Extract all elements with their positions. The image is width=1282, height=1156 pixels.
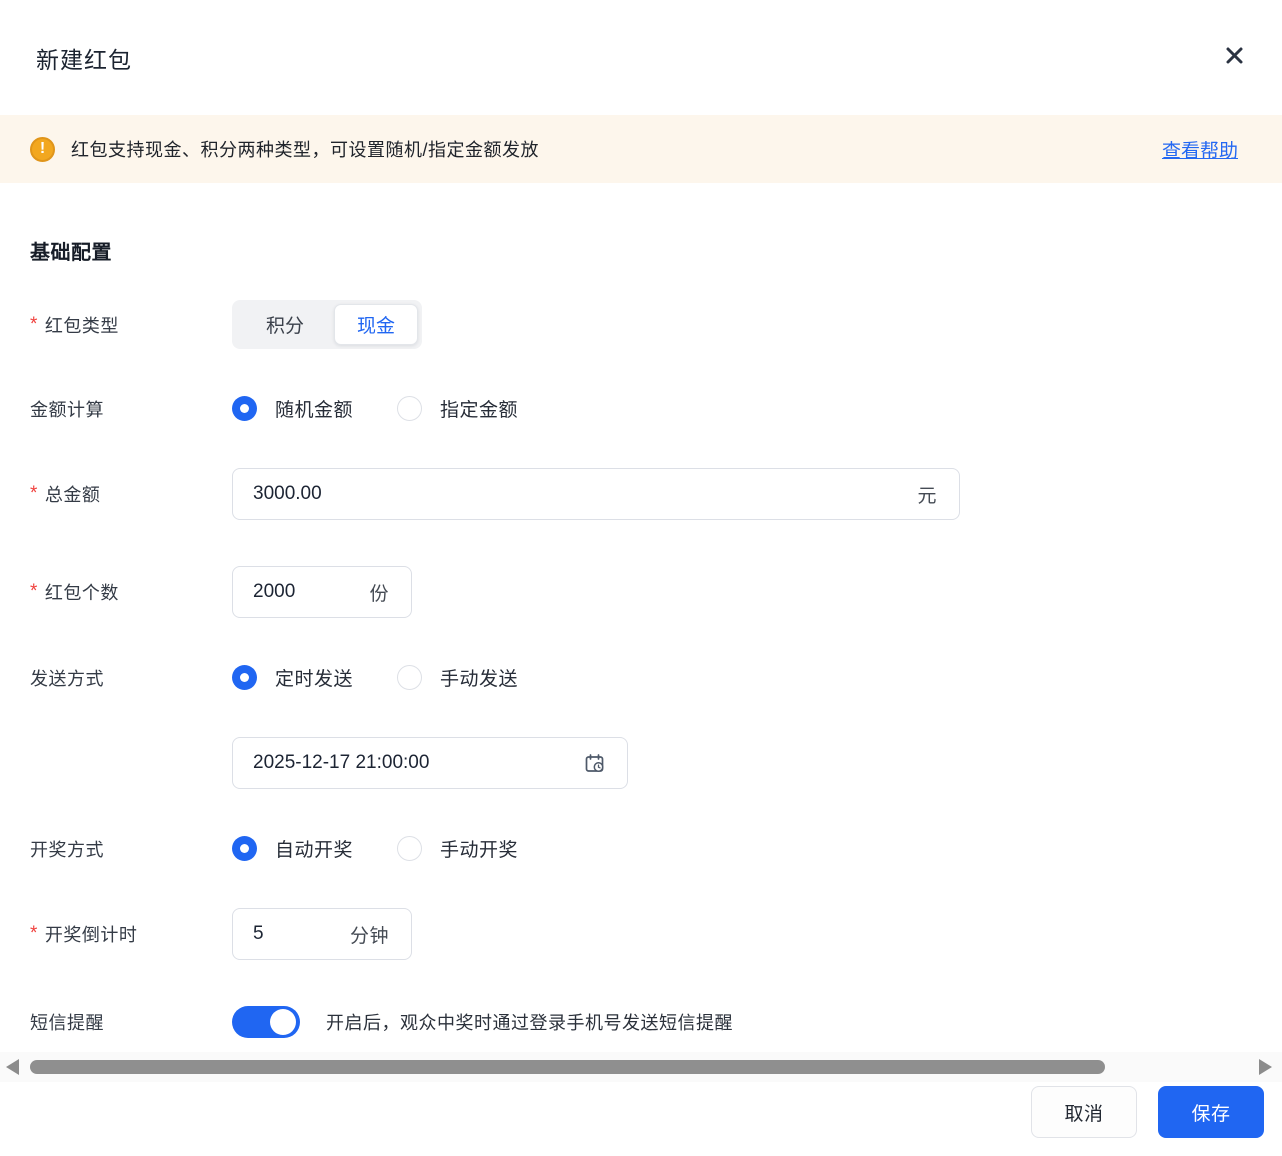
send-mode-label-wrap: 发送方式 [30, 665, 232, 691]
sms-notify-hint: 开启后，观众中奖时通过登录手机号发送短信提醒 [326, 1013, 733, 1033]
scrollbar-thumb[interactable] [30, 1060, 1105, 1074]
horizontal-scrollbar [0, 1052, 1282, 1082]
draw-mode-label: 开奖方式 [30, 839, 104, 860]
packet-count-label-wrap: * 红包个数 [30, 579, 232, 605]
radio-manual-send[interactable]: 手动发送 [397, 664, 518, 691]
required-mark: * [30, 923, 38, 944]
radio-manual-draw[interactable]: 手动开奖 [397, 835, 518, 862]
packet-type-option-points[interactable]: 积分 [236, 304, 334, 345]
dialog-body: 基础配置 * 红包类型 积分 现金 金额计算 随机金额 指定金额 * 总金额 3… [0, 236, 1282, 1038]
radio-fixed-amount-label: 指定金额 [440, 400, 519, 421]
radio-scheduled-send[interactable]: 定时发送 [232, 664, 353, 691]
radio-manual-draw-label: 手动开奖 [440, 840, 519, 861]
amount-calc-label-wrap: 金额计算 [30, 396, 232, 422]
required-mark: * [30, 581, 38, 602]
row-amount-calc: 金额计算 随机金额 指定金额 [30, 395, 1252, 422]
radio-auto-draw-label: 自动开奖 [275, 840, 354, 861]
countdown-label-wrap: * 开奖倒计时 [30, 921, 232, 947]
basic-config-form: * 红包类型 积分 现金 金额计算 随机金额 指定金额 * 总金额 3000.0… [30, 300, 1252, 1038]
draw-mode-label-wrap: 开奖方式 [30, 836, 232, 862]
radio-scheduled-send-label: 定时发送 [275, 669, 354, 690]
packet-count-label: 红包个数 [44, 583, 119, 603]
save-button[interactable]: 保存 [1158, 1086, 1264, 1138]
countdown-field-wrap: 分钟 [232, 908, 412, 960]
countdown-unit: 分钟 [349, 925, 389, 947]
required-mark: * [30, 483, 38, 504]
amount-calc-label: 金额计算 [30, 399, 104, 420]
sms-notify-toggle[interactable] [232, 1006, 300, 1038]
radio-random-amount-label: 随机金额 [275, 400, 354, 421]
total-amount-input[interactable] [253, 483, 908, 505]
radio-unchecked-icon [397, 665, 423, 690]
view-help-link[interactable]: 查看帮助 [1162, 136, 1238, 163]
total-amount-unit: 元 [917, 485, 937, 507]
packet-type-label: 红包类型 [44, 315, 119, 336]
required-mark: * [30, 313, 38, 335]
send-mode-label: 发送方式 [30, 668, 104, 689]
dialog-header: 新建红包 [0, 0, 1282, 115]
sms-notify-label: 短信提醒 [30, 1013, 104, 1033]
radio-manual-send-label: 手动发送 [440, 669, 519, 690]
radio-unchecked-icon [397, 836, 423, 861]
total-amount-field-wrap: 元 [232, 468, 960, 520]
sms-notify-label-wrap: 短信提醒 [30, 1009, 232, 1035]
radio-checked-icon [232, 665, 257, 690]
send-time-input[interactable] [253, 752, 574, 774]
packet-type-label-wrap: * 红包类型 [30, 312, 232, 338]
radio-checked-icon [232, 396, 257, 421]
dialog-title: 新建红包 [36, 46, 132, 73]
radio-auto-draw[interactable]: 自动开奖 [232, 835, 353, 862]
radio-fixed-amount[interactable]: 指定金额 [397, 395, 518, 422]
send-time-picker[interactable] [232, 737, 628, 789]
radio-random-amount[interactable]: 随机金额 [232, 395, 353, 422]
warning-icon: ! [30, 136, 55, 162]
packet-count-input[interactable] [253, 581, 360, 603]
row-send-time [30, 737, 1252, 789]
banner-text: 红包支持现金、积分两种类型，可设置随机/指定金额发放 [71, 140, 539, 160]
row-draw-mode: 开奖方式 自动开奖 手动开奖 [30, 835, 1252, 862]
packet-type-segmented-control: 积分 现金 [232, 300, 423, 349]
countdown-label: 开奖倒计时 [44, 925, 138, 945]
calendar-icon[interactable] [584, 753, 605, 774]
row-sms-notify: 短信提醒 开启后，观众中奖时通过登录手机号发送短信提醒 [30, 1006, 1252, 1038]
scroll-left-arrow-icon[interactable] [6, 1059, 19, 1075]
countdown-input[interactable] [253, 923, 340, 945]
row-packet-count: * 红包个数 份 [30, 566, 1252, 618]
radio-checked-icon [232, 836, 257, 861]
packet-type-option-cash[interactable]: 现金 [334, 304, 419, 345]
row-packet-type: * 红包类型 积分 现金 [30, 300, 1252, 349]
section-title-basic-config: 基础配置 [30, 242, 112, 264]
info-banner: ! 红包支持现金、积分两种类型，可设置随机/指定金额发放 查看帮助 [0, 115, 1282, 183]
scroll-right-arrow-icon[interactable] [1259, 1059, 1272, 1075]
toggle-knob [270, 1009, 296, 1035]
row-countdown: * 开奖倒计时 分钟 [30, 908, 1252, 960]
row-send-mode: 发送方式 定时发送 手动发送 [30, 664, 1252, 691]
total-amount-label: 总金额 [44, 485, 101, 505]
packet-count-unit: 份 [369, 583, 389, 605]
close-button[interactable] [1225, 46, 1244, 70]
packet-count-field-wrap: 份 [232, 566, 412, 618]
radio-unchecked-icon [397, 396, 423, 421]
close-icon [1225, 46, 1244, 70]
cancel-button[interactable]: 取消 [1031, 1086, 1137, 1138]
total-amount-label-wrap: * 总金额 [30, 481, 232, 507]
row-total-amount: * 总金额 元 [30, 468, 1252, 520]
